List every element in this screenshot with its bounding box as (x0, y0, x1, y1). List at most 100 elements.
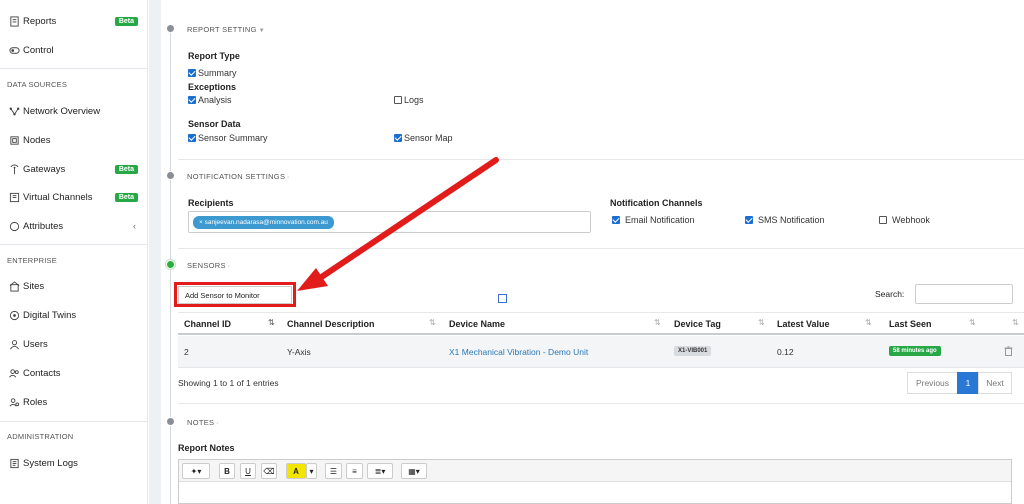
cell-latest-value: 0.12 (777, 347, 794, 357)
bold-button[interactable]: B (219, 463, 235, 479)
webhook-checkbox[interactable]: Webhook (879, 215, 930, 225)
roles-icon (8, 396, 20, 408)
sidebar-item-label: Reports (23, 15, 57, 27)
highlight-color-button[interactable]: A (286, 463, 306, 479)
chevron-down-icon[interactable]: ▾ (306, 463, 317, 479)
sensor-summary-checkbox[interactable]: Sensor Summary (188, 133, 268, 143)
report-type-label: Report Type (188, 51, 240, 61)
sensor-map-checkbox[interactable]: Sensor Map (394, 133, 453, 143)
analysis-checkbox[interactable]: Analysis (188, 95, 232, 105)
search-input[interactable] (915, 284, 1013, 304)
beta-badge: Beta (114, 192, 138, 202)
checkbox-checked-icon (612, 216, 620, 224)
digital-twins-icon (8, 309, 20, 321)
report-notes-label: Report Notes (178, 443, 235, 453)
trash-icon[interactable] (1004, 346, 1013, 358)
checkbox-checked-icon (745, 216, 753, 224)
divider (0, 68, 148, 69)
editor-toolbar: ✦▾ B U ⌫ A ▾ ☰ ≡ ≣▾ ▦▾ (179, 460, 1011, 482)
checkbox-empty-icon (879, 216, 887, 224)
section-title-sensors[interactable]: SENSORS ◦ (187, 261, 230, 270)
sidebar-item-sites[interactable]: Sites (8, 277, 140, 295)
recipient-chip[interactable]: × sanjeevan.nadarasa@minnovation.com.au (193, 216, 334, 229)
sidebar-item-nodes[interactable]: Nodes (8, 131, 140, 149)
column-header-channel-description[interactable]: Channel Description (287, 319, 375, 329)
notification-channels-label: Notification Channels (610, 198, 703, 208)
sort-icon[interactable]: ⇅ (758, 318, 765, 327)
timeline-dot-active (166, 260, 175, 269)
chevron-down-icon: ◦ (227, 264, 231, 270)
cell-channel-description: Y-Axis (287, 347, 311, 357)
column-header-latest-value[interactable]: Latest Value (777, 319, 830, 329)
sidebar: Reports Beta Control DATA SOURCES Networ… (0, 0, 148, 504)
page-1-button[interactable]: 1 (957, 372, 979, 394)
column-header-channel-id[interactable]: Channel ID (184, 319, 231, 329)
previous-page-button[interactable]: Previous (907, 372, 958, 394)
sidebar-item-network-overview[interactable]: Network Overview (8, 102, 140, 120)
beta-badge: Beta (114, 16, 138, 26)
ordered-list-icon[interactable]: ≡ (346, 463, 363, 479)
recipients-input[interactable]: × sanjeevan.nadarasa@minnovation.com.au (188, 211, 591, 233)
sort-icon[interactable]: ⇅ (969, 318, 976, 327)
resize-handle[interactable] (498, 294, 507, 303)
section-title-notification-settings[interactable]: NOTIFICATION SETTINGS ◦ (187, 172, 290, 181)
underline-button[interactable]: U (240, 463, 256, 479)
table-header: Channel ID ⇅ Channel Description ⇅ Devic… (178, 312, 1024, 335)
sort-asc-icon[interactable]: ⇅ (268, 318, 275, 327)
column-header-last-seen[interactable]: Last Seen (889, 319, 932, 329)
sidebar-item-virtual-channels[interactable]: Virtual Channels Beta (8, 188, 140, 206)
sites-icon (8, 280, 20, 292)
users-icon (8, 338, 20, 350)
exceptions-label: Exceptions (188, 82, 237, 92)
contacts-icon (8, 367, 20, 379)
sidebar-item-attributes[interactable]: Attributes ‹ (8, 217, 140, 235)
section-title-report-setting[interactable]: REPORT SETTING ▼ (187, 25, 265, 34)
report-notes-editor[interactable]: ✦▾ B U ⌫ A ▾ ☰ ≡ ≣▾ ▦▾ (178, 459, 1012, 504)
magic-wand-icon[interactable]: ✦▾ (182, 463, 210, 479)
sidebar-item-control[interactable]: Control (8, 41, 140, 59)
sidebar-item-label: Users (23, 338, 48, 350)
device-name-link[interactable]: X1 Mechanical Vibration - Demo Unit (449, 347, 588, 357)
attributes-icon (8, 220, 20, 232)
email-notification-checkbox[interactable]: Email Notification (612, 215, 695, 225)
sidebar-item-reports[interactable]: Reports Beta (8, 12, 140, 30)
checkbox-checked-icon (188, 69, 196, 77)
logs-checkbox[interactable]: Logs (394, 95, 424, 105)
sms-notification-checkbox[interactable]: SMS Notification (745, 215, 825, 225)
column-header-device-name[interactable]: Device Name (449, 319, 505, 329)
system-logs-icon (8, 457, 20, 469)
next-page-button[interactable]: Next (978, 372, 1012, 394)
table-row[interactable]: 2 Y-Axis X1 Mechanical Vibration - Demo … (178, 336, 1024, 368)
paragraph-align-icon[interactable]: ≣▾ (367, 463, 393, 479)
entries-info: Showing 1 to 1 of 1 entries (178, 378, 279, 388)
sort-icon[interactable]: ⇅ (654, 318, 661, 327)
sidebar-item-digital-twins[interactable]: Digital Twins (8, 306, 140, 324)
sidebar-item-system-logs[interactable]: System Logs (8, 454, 140, 472)
section-label-enterprise: ENTERPRISE (7, 256, 57, 265)
sidebar-item-roles[interactable]: Roles (8, 393, 140, 411)
section-title-notes[interactable]: NOTES ◦ (187, 418, 219, 427)
eraser-icon[interactable]: ⌫ (261, 463, 277, 479)
sidebar-item-label: Sites (23, 280, 45, 292)
cell-channel-id: 2 (184, 347, 189, 357)
sort-icon[interactable]: ⇅ (865, 318, 872, 327)
sort-icon[interactable]: ⇅ (1012, 318, 1019, 327)
divider (178, 403, 1024, 404)
sidebar-item-contacts[interactable]: Contacts (8, 364, 140, 382)
summary-checkbox[interactable]: Summary (188, 68, 237, 78)
sort-icon[interactable]: ⇅ (429, 318, 436, 327)
divider (178, 248, 1024, 249)
beta-badge: Beta (114, 164, 138, 174)
section-label-data-sources: DATA SOURCES (7, 80, 68, 89)
gutter (149, 0, 161, 504)
unordered-list-icon[interactable]: ☰ (325, 463, 342, 479)
column-header-device-tag[interactable]: Device Tag (674, 319, 721, 329)
sidebar-item-gateways[interactable]: Gateways Beta (8, 160, 140, 178)
sidebar-item-label: Virtual Channels (23, 191, 93, 203)
chevron-left-icon[interactable]: ‹ (133, 221, 136, 231)
chevron-down-icon: ◦ (216, 421, 219, 427)
table-icon[interactable]: ▦▾ (401, 463, 427, 479)
sidebar-item-users[interactable]: Users (8, 335, 140, 353)
chevron-down-icon: ◦ (287, 175, 290, 181)
sidebar-item-label: Digital Twins (23, 309, 77, 321)
